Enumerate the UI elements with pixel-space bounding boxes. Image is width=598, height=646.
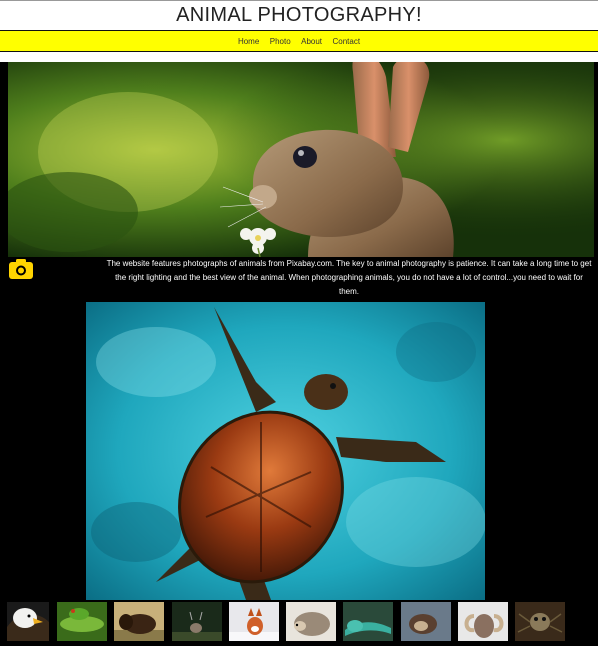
thumbnail-deer[interactable]: [172, 602, 222, 641]
header-spacer: [0, 52, 598, 62]
hero-rabbit-photo: [8, 62, 594, 257]
thumbnail-lizard[interactable]: [343, 602, 393, 641]
thumbnail-eagle[interactable]: [7, 602, 49, 641]
nav-link-photo[interactable]: Photo: [270, 36, 291, 48]
nav-link-contact[interactable]: Contact: [332, 36, 360, 48]
site-title: ANIMAL PHOTOGRAPHY!: [176, 4, 422, 26]
nav-link-home[interactable]: Home: [238, 36, 259, 48]
nav-link-about[interactable]: About: [301, 36, 322, 48]
camera-icon[interactable]: [8, 258, 34, 280]
turtle-photo: [86, 302, 485, 600]
thumbnail-otter[interactable]: [401, 602, 451, 641]
site-header: ANIMAL PHOTOGRAPHY!: [0, 0, 598, 30]
thumbnail-frog[interactable]: [57, 602, 107, 641]
thumbnail-ram[interactable]: [458, 602, 508, 641]
thumbnail-fox[interactable]: [229, 602, 279, 641]
thumbnail-hedgehog[interactable]: [286, 602, 336, 641]
thumbnail-strip: [0, 602, 598, 642]
thumbnail-spider[interactable]: [515, 602, 565, 641]
intro-paragraph: The website features photographs of anim…: [106, 259, 592, 296]
nav-bar: Home Photo About Contact: [0, 30, 598, 52]
thumbnail-bison[interactable]: [114, 602, 164, 641]
